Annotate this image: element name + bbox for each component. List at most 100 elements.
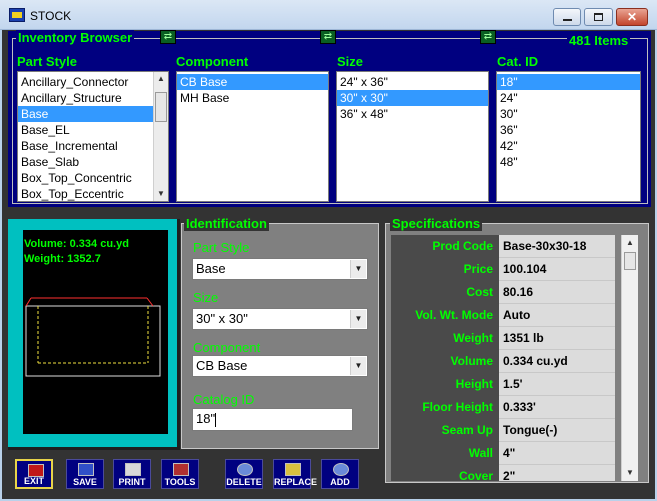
specifications-title: Specifications (390, 216, 483, 231)
spec-label: Floor Height (422, 400, 493, 414)
base-outline (25, 305, 161, 377)
chevron-down-icon[interactable]: ▼ (350, 310, 366, 328)
size-list[interactable]: 24" x 36" 30" x 30" 36" x 48" (336, 71, 489, 202)
wrench-icon (173, 463, 189, 476)
spec-row: Height 1.5' (391, 373, 615, 396)
component-header: Component (176, 54, 249, 69)
list-item[interactable]: Base_EL (18, 122, 153, 138)
scroll-up-icon[interactable]: ▲ (154, 72, 168, 86)
tools-button[interactable]: TOOLS (161, 459, 199, 489)
size-select[interactable]: 30" x 30" ▼ (192, 308, 368, 330)
spec-row: Volume 0.334 cu.yd (391, 350, 615, 373)
spec-row: Price 100.104 (391, 258, 615, 281)
list-item[interactable]: 30" x 30" (337, 90, 488, 106)
list-item[interactable]: 24" (497, 90, 640, 106)
cat-id-header: Cat. ID (497, 54, 539, 69)
part-style-scrollbar[interactable]: ▲ ▼ (153, 72, 168, 201)
list-item[interactable]: 30" (497, 106, 640, 122)
base-drawing (25, 297, 161, 377)
list-item[interactable]: CB Base (177, 74, 328, 90)
spec-row: Floor Height 0.333' (391, 396, 615, 419)
component-list[interactable]: CB Base MH Base (176, 71, 329, 202)
text-cursor (215, 412, 217, 427)
scroll-down-icon[interactable]: ▼ (154, 187, 168, 201)
spec-value: 80.16 (499, 281, 615, 304)
replace-icon (285, 463, 301, 476)
spec-value: 1351 lb (499, 327, 615, 350)
maximize-button[interactable] (584, 8, 613, 26)
window-title: STOCK (30, 9, 72, 23)
spec-label: Volume (450, 354, 493, 368)
save-button[interactable]: SAVE (66, 459, 104, 489)
list-item[interactable]: 36" (497, 122, 640, 138)
spec-label: Price (463, 262, 493, 276)
plus-icon (333, 463, 349, 476)
list-item[interactable]: Base (18, 106, 153, 122)
printer-icon (125, 463, 141, 476)
list-item[interactable]: 48" (497, 154, 640, 170)
spec-value: 100.104 (499, 258, 615, 281)
spec-row: Seam Up Tongue(-) (391, 419, 615, 442)
floppy-disk-icon (78, 463, 94, 476)
spec-value: 0.333' (499, 396, 615, 419)
component-select[interactable]: CB Base ▼ (192, 355, 368, 377)
exit-button[interactable]: EXIT (15, 459, 53, 489)
cat-id-list[interactable]: 18" 24" 30" 36" 42" 48" (496, 71, 641, 202)
list-item[interactable]: Box_Top_Concentric (18, 170, 153, 186)
list-item[interactable]: Box_Top_Eccentric (18, 186, 153, 201)
print-button[interactable]: PRINT (113, 459, 151, 489)
link-icon[interactable]: ⇄ (480, 30, 496, 44)
scroll-thumb[interactable] (155, 92, 167, 122)
delete-label: DELETE (226, 477, 262, 487)
spec-row: Weight 1351 lb (391, 327, 615, 350)
spec-label: Height (455, 377, 493, 391)
replace-label: REPLACE (274, 477, 318, 487)
close-button[interactable]: ✕ (616, 8, 648, 26)
add-button[interactable]: ADD (321, 459, 359, 489)
identification-title: Identification (184, 216, 269, 231)
size-label: Size (193, 290, 219, 305)
spec-row: Cost 80.16 (391, 281, 615, 304)
spec-value: Auto (499, 304, 615, 327)
spec-label: Cover (458, 469, 493, 481)
component-label: Component (193, 340, 261, 355)
list-item[interactable]: Base_Incremental (18, 138, 153, 154)
part-style-select[interactable]: Base ▼ (192, 258, 368, 280)
minus-icon (237, 463, 253, 476)
list-item[interactable]: 36" x 48" (337, 106, 488, 122)
part-style-select-value: Base (196, 261, 226, 276)
list-item[interactable]: 42" (497, 138, 640, 154)
add-label: ADD (330, 477, 350, 487)
list-item[interactable]: Base_Slab (18, 154, 153, 170)
spec-label: Wall (468, 446, 493, 460)
scroll-up-icon[interactable]: ▲ (623, 236, 637, 250)
specifications-scrollbar[interactable]: ▲ ▼ (621, 235, 638, 481)
catalog-id-input[interactable]: 18" (192, 408, 353, 431)
scroll-down-icon[interactable]: ▼ (623, 466, 637, 480)
link-icon[interactable]: ⇄ (320, 30, 336, 44)
scroll-thumb[interactable] (624, 252, 636, 270)
chevron-down-icon[interactable]: ▼ (350, 357, 366, 375)
chevron-down-icon[interactable]: ▼ (350, 260, 366, 278)
delete-button[interactable]: DELETE (225, 459, 263, 489)
spec-value: 4" (499, 442, 615, 465)
spec-label: Vol. Wt. Mode (415, 308, 493, 322)
minimize-button[interactable] (553, 8, 581, 26)
list-item[interactable]: 24" x 36" (337, 74, 488, 90)
replace-button[interactable]: REPLACE (273, 459, 318, 489)
items-count: 481 Items (567, 33, 631, 48)
spec-row: Cover 2" (391, 465, 615, 481)
spec-value: 1.5' (499, 373, 615, 396)
spec-value: 0.334 cu.yd (499, 350, 615, 373)
spec-row: Prod Code Base-30x30-18 (391, 235, 615, 258)
spec-label: Cost (466, 285, 493, 299)
list-item[interactable]: Ancillary_Connector (18, 74, 153, 90)
part-style-list[interactable]: Ancillary_Connector Ancillary_Structure … (17, 71, 169, 202)
part-style-header: Part Style (17, 54, 77, 69)
link-icon[interactable]: ⇄ (160, 30, 176, 44)
spec-row: Wall 4" (391, 442, 615, 465)
specifications-grid: Prod Code Base-30x30-18 Price 100.104 Cost… (391, 235, 615, 481)
list-item[interactable]: MH Base (177, 90, 328, 106)
list-item[interactable]: Ancillary_Structure (18, 90, 153, 106)
list-item[interactable]: 18" (497, 74, 640, 90)
